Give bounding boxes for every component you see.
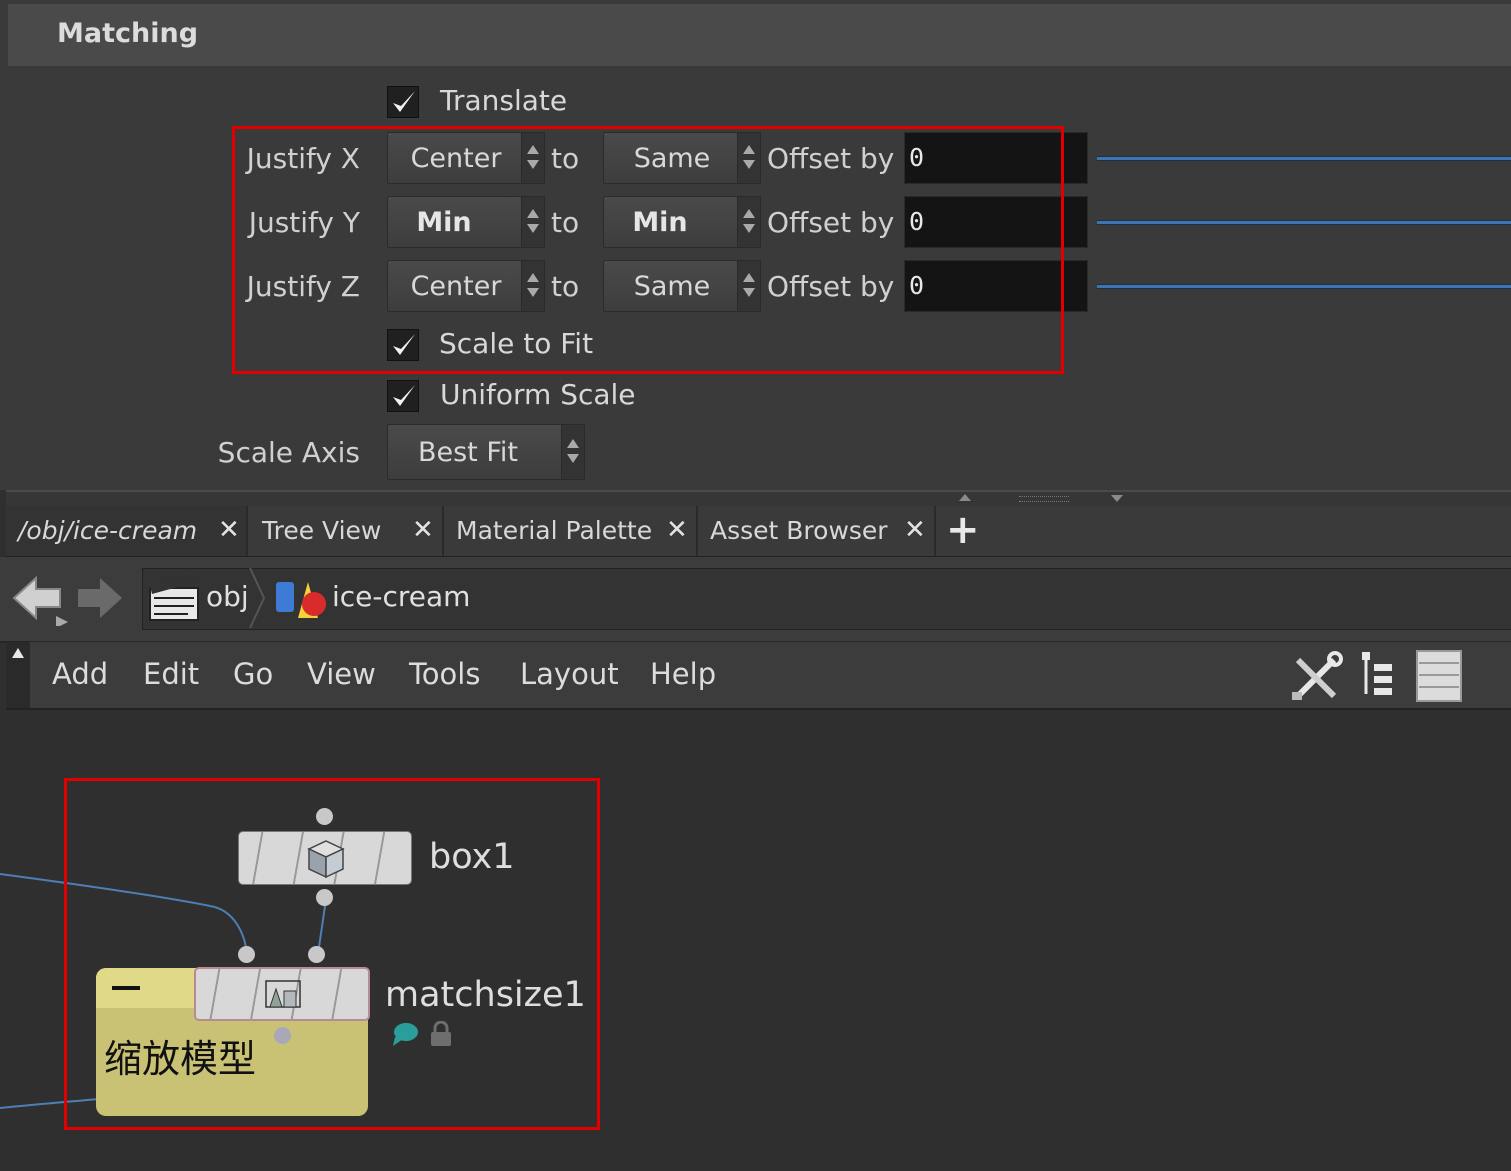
menu-help[interactable]: Help bbox=[650, 657, 716, 691]
splitter-grip-icon[interactable] bbox=[1019, 496, 1069, 502]
scale-axis-menu[interactable]: Best Fit bbox=[387, 424, 585, 480]
clapper-icon bbox=[148, 572, 200, 628]
add-tab-button[interactable]: + bbox=[946, 510, 980, 550]
breadcrumb-ice-cream[interactable]: ice-cream bbox=[332, 580, 470, 613]
translate-checkbox[interactable] bbox=[387, 86, 419, 118]
menu-layout[interactable]: Layout bbox=[520, 657, 619, 691]
justify-z-offset-slider[interactable] bbox=[1097, 284, 1511, 289]
back-arrow-icon[interactable] bbox=[12, 575, 70, 630]
translate-label: Translate bbox=[440, 84, 568, 117]
section-title: Matching bbox=[57, 18, 199, 49]
tab-network[interactable]: /obj/ice-cream ✕ bbox=[6, 506, 248, 556]
updown-arrows-icon bbox=[561, 425, 584, 479]
tab-tree-view-label: Tree View bbox=[262, 516, 382, 545]
justify-y-offset-slider[interactable] bbox=[1097, 220, 1511, 225]
breadcrumb-separator-icon bbox=[248, 567, 268, 632]
expand-up-icon[interactable] bbox=[959, 494, 971, 501]
tree-list-icon[interactable] bbox=[1360, 650, 1396, 704]
checkmark-icon bbox=[393, 385, 415, 406]
menu-add[interactable]: Add bbox=[52, 657, 108, 691]
section-header[interactable] bbox=[8, 4, 1511, 66]
wrench-screwdriver-icon[interactable] bbox=[1290, 650, 1344, 708]
tab-network-label: /obj/ice-cream bbox=[18, 516, 198, 545]
menu-go[interactable]: Go bbox=[233, 657, 273, 691]
close-icon[interactable]: ✕ bbox=[666, 515, 688, 545]
tab-material-palette-label: Material Palette bbox=[456, 516, 653, 545]
tab-material-palette[interactable]: Material Palette ✕ bbox=[444, 506, 698, 556]
network-menu-bar bbox=[6, 642, 1511, 710]
tab-asset-browser-label: Asset Browser bbox=[710, 516, 888, 545]
list-view-icon[interactable] bbox=[1416, 650, 1462, 706]
close-icon[interactable]: ✕ bbox=[412, 515, 434, 545]
scale-axis-value: Best Fit bbox=[417, 437, 519, 468]
expand-down-icon[interactable] bbox=[1111, 495, 1123, 502]
menu-scroll-button[interactable] bbox=[6, 642, 30, 708]
highlight-box-params bbox=[232, 126, 1064, 374]
menu-view[interactable]: View bbox=[307, 657, 376, 691]
justify-x-offset-slider[interactable] bbox=[1097, 156, 1511, 161]
close-icon[interactable]: ✕ bbox=[218, 515, 240, 545]
tab-asset-browser[interactable]: Asset Browser ✕ bbox=[698, 506, 936, 556]
uniform-scale-checkbox[interactable] bbox=[387, 380, 419, 412]
menu-edit[interactable]: Edit bbox=[143, 657, 199, 691]
menu-tools[interactable]: Tools bbox=[409, 657, 480, 691]
highlight-box-nodes bbox=[64, 778, 600, 1130]
breadcrumb-obj[interactable]: obj bbox=[206, 580, 249, 613]
close-icon[interactable]: ✕ bbox=[904, 515, 926, 545]
geometry-object-icon bbox=[272, 576, 328, 626]
checkmark-icon bbox=[393, 91, 415, 112]
scale-axis-label: Scale Axis bbox=[217, 436, 360, 469]
forward-arrow-icon[interactable] bbox=[76, 576, 124, 624]
tab-tree-view[interactable]: Tree View ✕ bbox=[250, 506, 444, 556]
uniform-scale-label: Uniform Scale bbox=[440, 378, 636, 411]
